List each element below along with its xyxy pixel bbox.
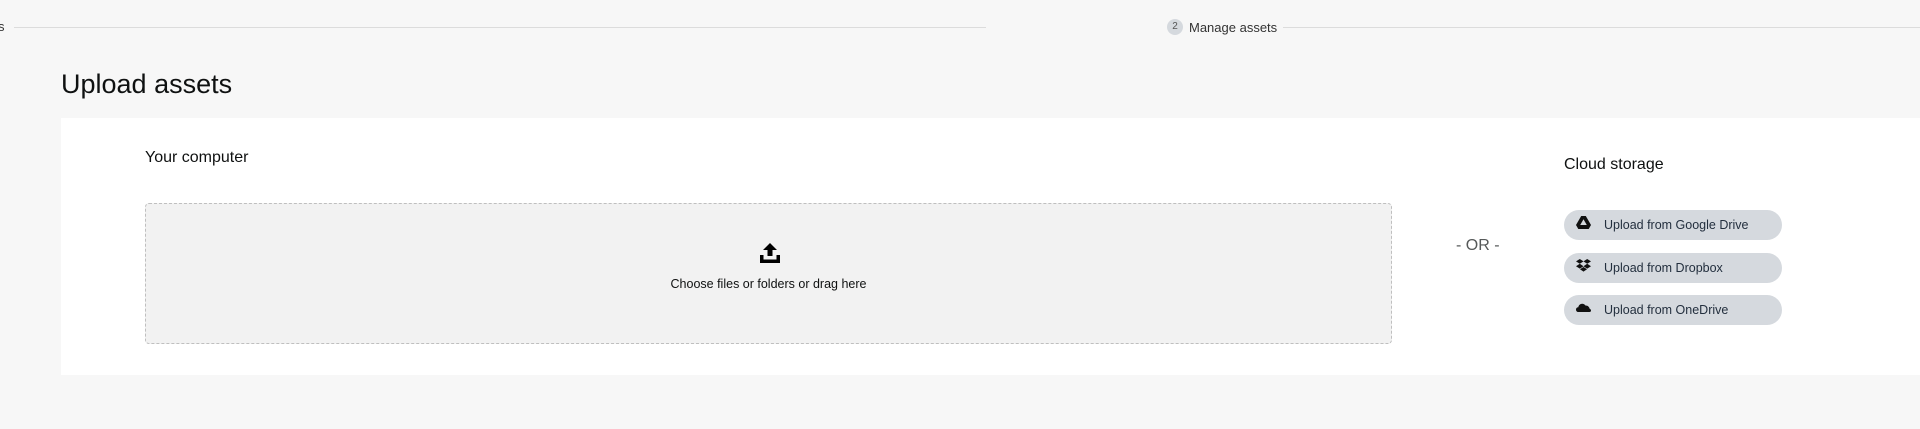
previous-step-label[interactable]: s — [0, 19, 5, 35]
onedrive-label: Upload from OneDrive — [1604, 303, 1729, 317]
file-dropzone[interactable]: Choose files or folders or drag here — [145, 203, 1392, 344]
google-drive-icon — [1575, 214, 1591, 230]
current-step-label: Manage assets — [1189, 19, 1278, 35]
page-title: Upload assets — [61, 69, 233, 99]
onedrive-icon — [1575, 299, 1591, 315]
progress-stepper: s 2 Manage assets — [0, 0, 1920, 54]
dropbox-label: Upload from Dropbox — [1604, 261, 1723, 275]
upload-onedrive-button[interactable]: Upload from OneDrive — [1564, 295, 1782, 325]
your-computer-heading: Your computer — [145, 149, 249, 166]
upload-panel: Your computer Choose files or folders or… — [61, 118, 1920, 375]
or-divider: - OR - — [1456, 237, 1500, 254]
google-drive-label: Upload from Google Drive — [1604, 218, 1749, 232]
dropbox-icon — [1575, 257, 1591, 273]
upload-google-drive-button[interactable]: Upload from Google Drive — [1564, 210, 1782, 240]
stepper-line-left — [14, 27, 986, 28]
stepper-line-right — [1283, 27, 1920, 28]
current-step: 2 Manage assets — [1167, 19, 1277, 35]
upload-tray-icon — [760, 243, 780, 263]
cloud-storage-heading: Cloud storage — [1564, 156, 1664, 173]
upload-dropbox-button[interactable]: Upload from Dropbox — [1564, 253, 1782, 283]
step-number-badge: 2 — [1167, 19, 1183, 35]
dropzone-label: Choose files or folders or drag here — [670, 277, 867, 291]
